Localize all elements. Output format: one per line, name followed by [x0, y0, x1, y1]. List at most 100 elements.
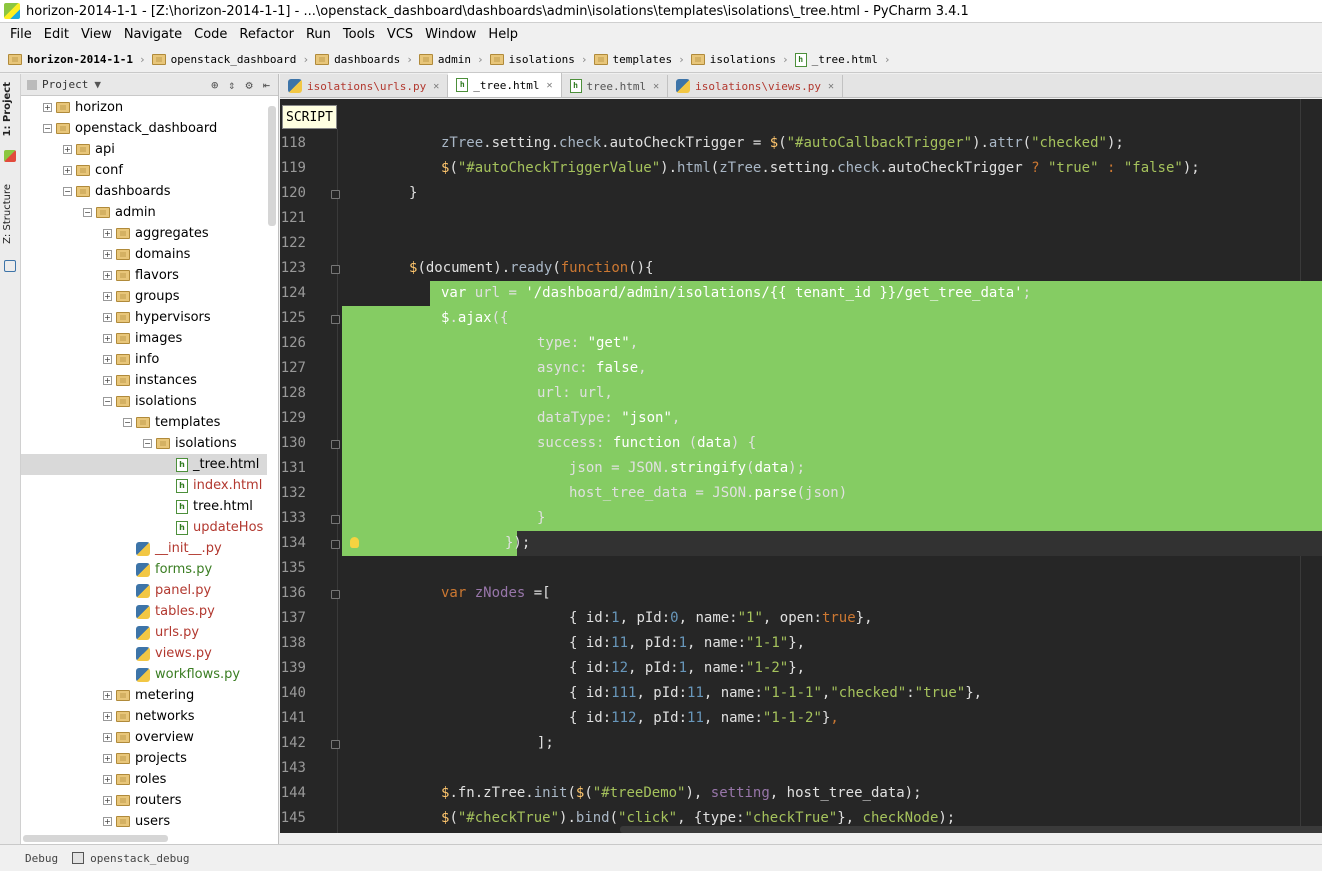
code-line[interactable]: 145 $("#checkTrue").bind("click", {type:"…	[280, 806, 1322, 831]
tree-item[interactable]: forms.py	[21, 559, 267, 580]
menu-help[interactable]: Help	[482, 24, 524, 46]
expand-icon[interactable]: +	[103, 376, 112, 385]
tree-item[interactable]: h tree.html	[21, 496, 267, 517]
tree-item[interactable]: workflows.py	[21, 664, 267, 685]
project-tree[interactable]: + horizon − openstack_dashboard + api + conf − da…	[21, 96, 278, 838]
expand-icon[interactable]: +	[63, 166, 72, 175]
menu-file[interactable]: File	[4, 24, 38, 46]
code-line[interactable]: 120}	[280, 181, 1322, 206]
code-editor[interactable]: SCRIPT 118 zTree.setting.check.autoCheckT…	[280, 99, 1322, 833]
expand-icon[interactable]: +	[103, 313, 112, 322]
expand-icon[interactable]: +	[103, 250, 112, 259]
collapse-node-icon[interactable]: −	[63, 187, 72, 196]
project-tool-tab[interactable]: 1: Project	[2, 82, 19, 137]
fold-marker-icon[interactable]	[331, 440, 340, 449]
tree-item[interactable]: h index.html	[21, 475, 267, 496]
breadcrumb-item[interactable]: horizon-2014-1-1 ›	[8, 53, 148, 66]
menu-view[interactable]: View	[75, 24, 118, 46]
tree-item[interactable]: views.py	[21, 643, 267, 664]
code-line[interactable]: 126 type: "get",	[280, 331, 1322, 356]
settings-icon[interactable]: ⚙	[246, 78, 253, 92]
tree-item[interactable]: + projects	[21, 748, 267, 769]
close-tab-icon[interactable]: ✕	[546, 80, 552, 91]
fold-marker-icon[interactable]	[331, 540, 340, 549]
breadcrumb-item[interactable]: isolations ›	[690, 53, 791, 66]
collapse-node-icon[interactable]: −	[83, 208, 92, 217]
structure-tool-tab[interactable]: Z: Structure	[2, 184, 19, 244]
code-line[interactable]: 121	[280, 206, 1322, 231]
fold-marker-icon[interactable]	[331, 315, 340, 324]
hide-icon[interactable]: ⇤	[263, 78, 270, 92]
code-line[interactable]: 136 var zNodes =[	[280, 581, 1322, 606]
expand-icon[interactable]: +	[103, 691, 112, 700]
expand-icon[interactable]: +	[43, 103, 52, 112]
expand-icon[interactable]: +	[103, 754, 112, 763]
tree-item[interactable]: − openstack_dashboard	[21, 118, 267, 139]
collapse-node-icon[interactable]: −	[43, 124, 52, 133]
code-line[interactable]: 140 { id:111, pId:11, name:"1-1-1","check…	[280, 681, 1322, 706]
tree-item[interactable]: − dashboards	[21, 181, 267, 202]
menu-edit[interactable]: Edit	[38, 24, 75, 46]
code-line[interactable]: 127 async: false,	[280, 356, 1322, 381]
fold-marker-icon[interactable]	[331, 265, 340, 274]
breadcrumb-item[interactable]: isolations ›	[489, 53, 590, 66]
debug-config-label[interactable]: openstack_debug	[90, 852, 189, 865]
code-line[interactable]: 144 $.fn.zTree.init($("#treeDemo"), setti…	[280, 781, 1322, 806]
expand-icon[interactable]: +	[103, 229, 112, 238]
close-tab-icon[interactable]: ✕	[433, 81, 439, 92]
tree-horizontal-scrollbar[interactable]	[23, 835, 168, 842]
expand-icon[interactable]: +	[103, 271, 112, 280]
editor-tab[interactable]: h _tree.html ✕	[448, 73, 562, 97]
tree-item[interactable]: + horizon	[21, 97, 267, 118]
tree-item[interactable]: h updateHos	[21, 517, 267, 538]
breadcrumb-item[interactable]: dashboards ›	[315, 53, 415, 66]
breadcrumb-item[interactable]: admin ›	[418, 53, 486, 66]
tree-item[interactable]: + aggregates	[21, 223, 267, 244]
breadcrumb-item[interactable]: h _tree.html ›	[794, 52, 893, 67]
tree-item[interactable]: + routers	[21, 790, 267, 811]
code-line[interactable]: 133}	[280, 506, 1322, 531]
code-line[interactable]: 143	[280, 756, 1322, 781]
tree-item[interactable]: panel.py	[21, 580, 267, 601]
editor-tab[interactable]: isolations\urls.py ✕	[280, 75, 449, 97]
fold-marker-icon[interactable]	[331, 515, 340, 524]
collapse-node-icon[interactable]: −	[143, 439, 152, 448]
tree-item[interactable]: + groups	[21, 286, 267, 307]
tree-item[interactable]: + instances	[21, 370, 267, 391]
code-line[interactable]: 122	[280, 231, 1322, 256]
code-line[interactable]: 129 dataType: "json",	[280, 406, 1322, 431]
tree-item[interactable]: + images	[21, 328, 267, 349]
lightbulb-icon[interactable]	[350, 537, 359, 548]
expand-icon[interactable]: +	[103, 796, 112, 805]
tree-item[interactable]: + hypervisors	[21, 307, 267, 328]
menu-code[interactable]: Code	[188, 24, 233, 46]
tree-item[interactable]: + api	[21, 139, 267, 160]
tree-item[interactable]: − isolations	[21, 433, 267, 454]
expand-icon[interactable]: +	[103, 712, 112, 721]
code-line[interactable]: 131 json = JSON.stringify(data);	[280, 456, 1322, 481]
menu-tools[interactable]: Tools	[337, 24, 381, 46]
code-line[interactable]: 141 { id:112, pId:11, name:"1-1-2"},	[280, 706, 1322, 731]
tree-item[interactable]: urls.py	[21, 622, 267, 643]
tree-item[interactable]: + domains	[21, 244, 267, 265]
locate-icon[interactable]: ⊕	[211, 78, 218, 92]
menu-vcs[interactable]: VCS	[381, 24, 419, 46]
code-line[interactable]: 118 zTree.setting.check.autoCheckTrigger …	[280, 131, 1322, 156]
tree-item[interactable]: + flavors	[21, 265, 267, 286]
code-line[interactable]: 137 { id:1, pId:0, name:"1", open:true},	[280, 606, 1322, 631]
close-tab-icon[interactable]: ✕	[828, 81, 834, 92]
collapse-node-icon[interactable]: −	[123, 418, 132, 427]
code-line[interactable]: 135	[280, 556, 1322, 581]
expand-icon[interactable]: +	[103, 292, 112, 301]
menu-window[interactable]: Window	[419, 24, 482, 46]
tree-item[interactable]: + networks	[21, 706, 267, 727]
code-line[interactable]: 128 url: url,	[280, 381, 1322, 406]
expand-icon[interactable]: +	[103, 733, 112, 742]
tree-item[interactable]: h _tree.html	[21, 454, 267, 475]
tree-item[interactable]: + users	[21, 811, 267, 832]
code-line[interactable]: 123 $(document).ready(function(){	[280, 256, 1322, 281]
code-line[interactable]: 138 { id:11, pId:1, name:"1-1"},	[280, 631, 1322, 656]
expand-icon[interactable]: +	[103, 355, 112, 364]
tree-item[interactable]: __init__.py	[21, 538, 267, 559]
fold-marker-icon[interactable]	[331, 590, 340, 599]
